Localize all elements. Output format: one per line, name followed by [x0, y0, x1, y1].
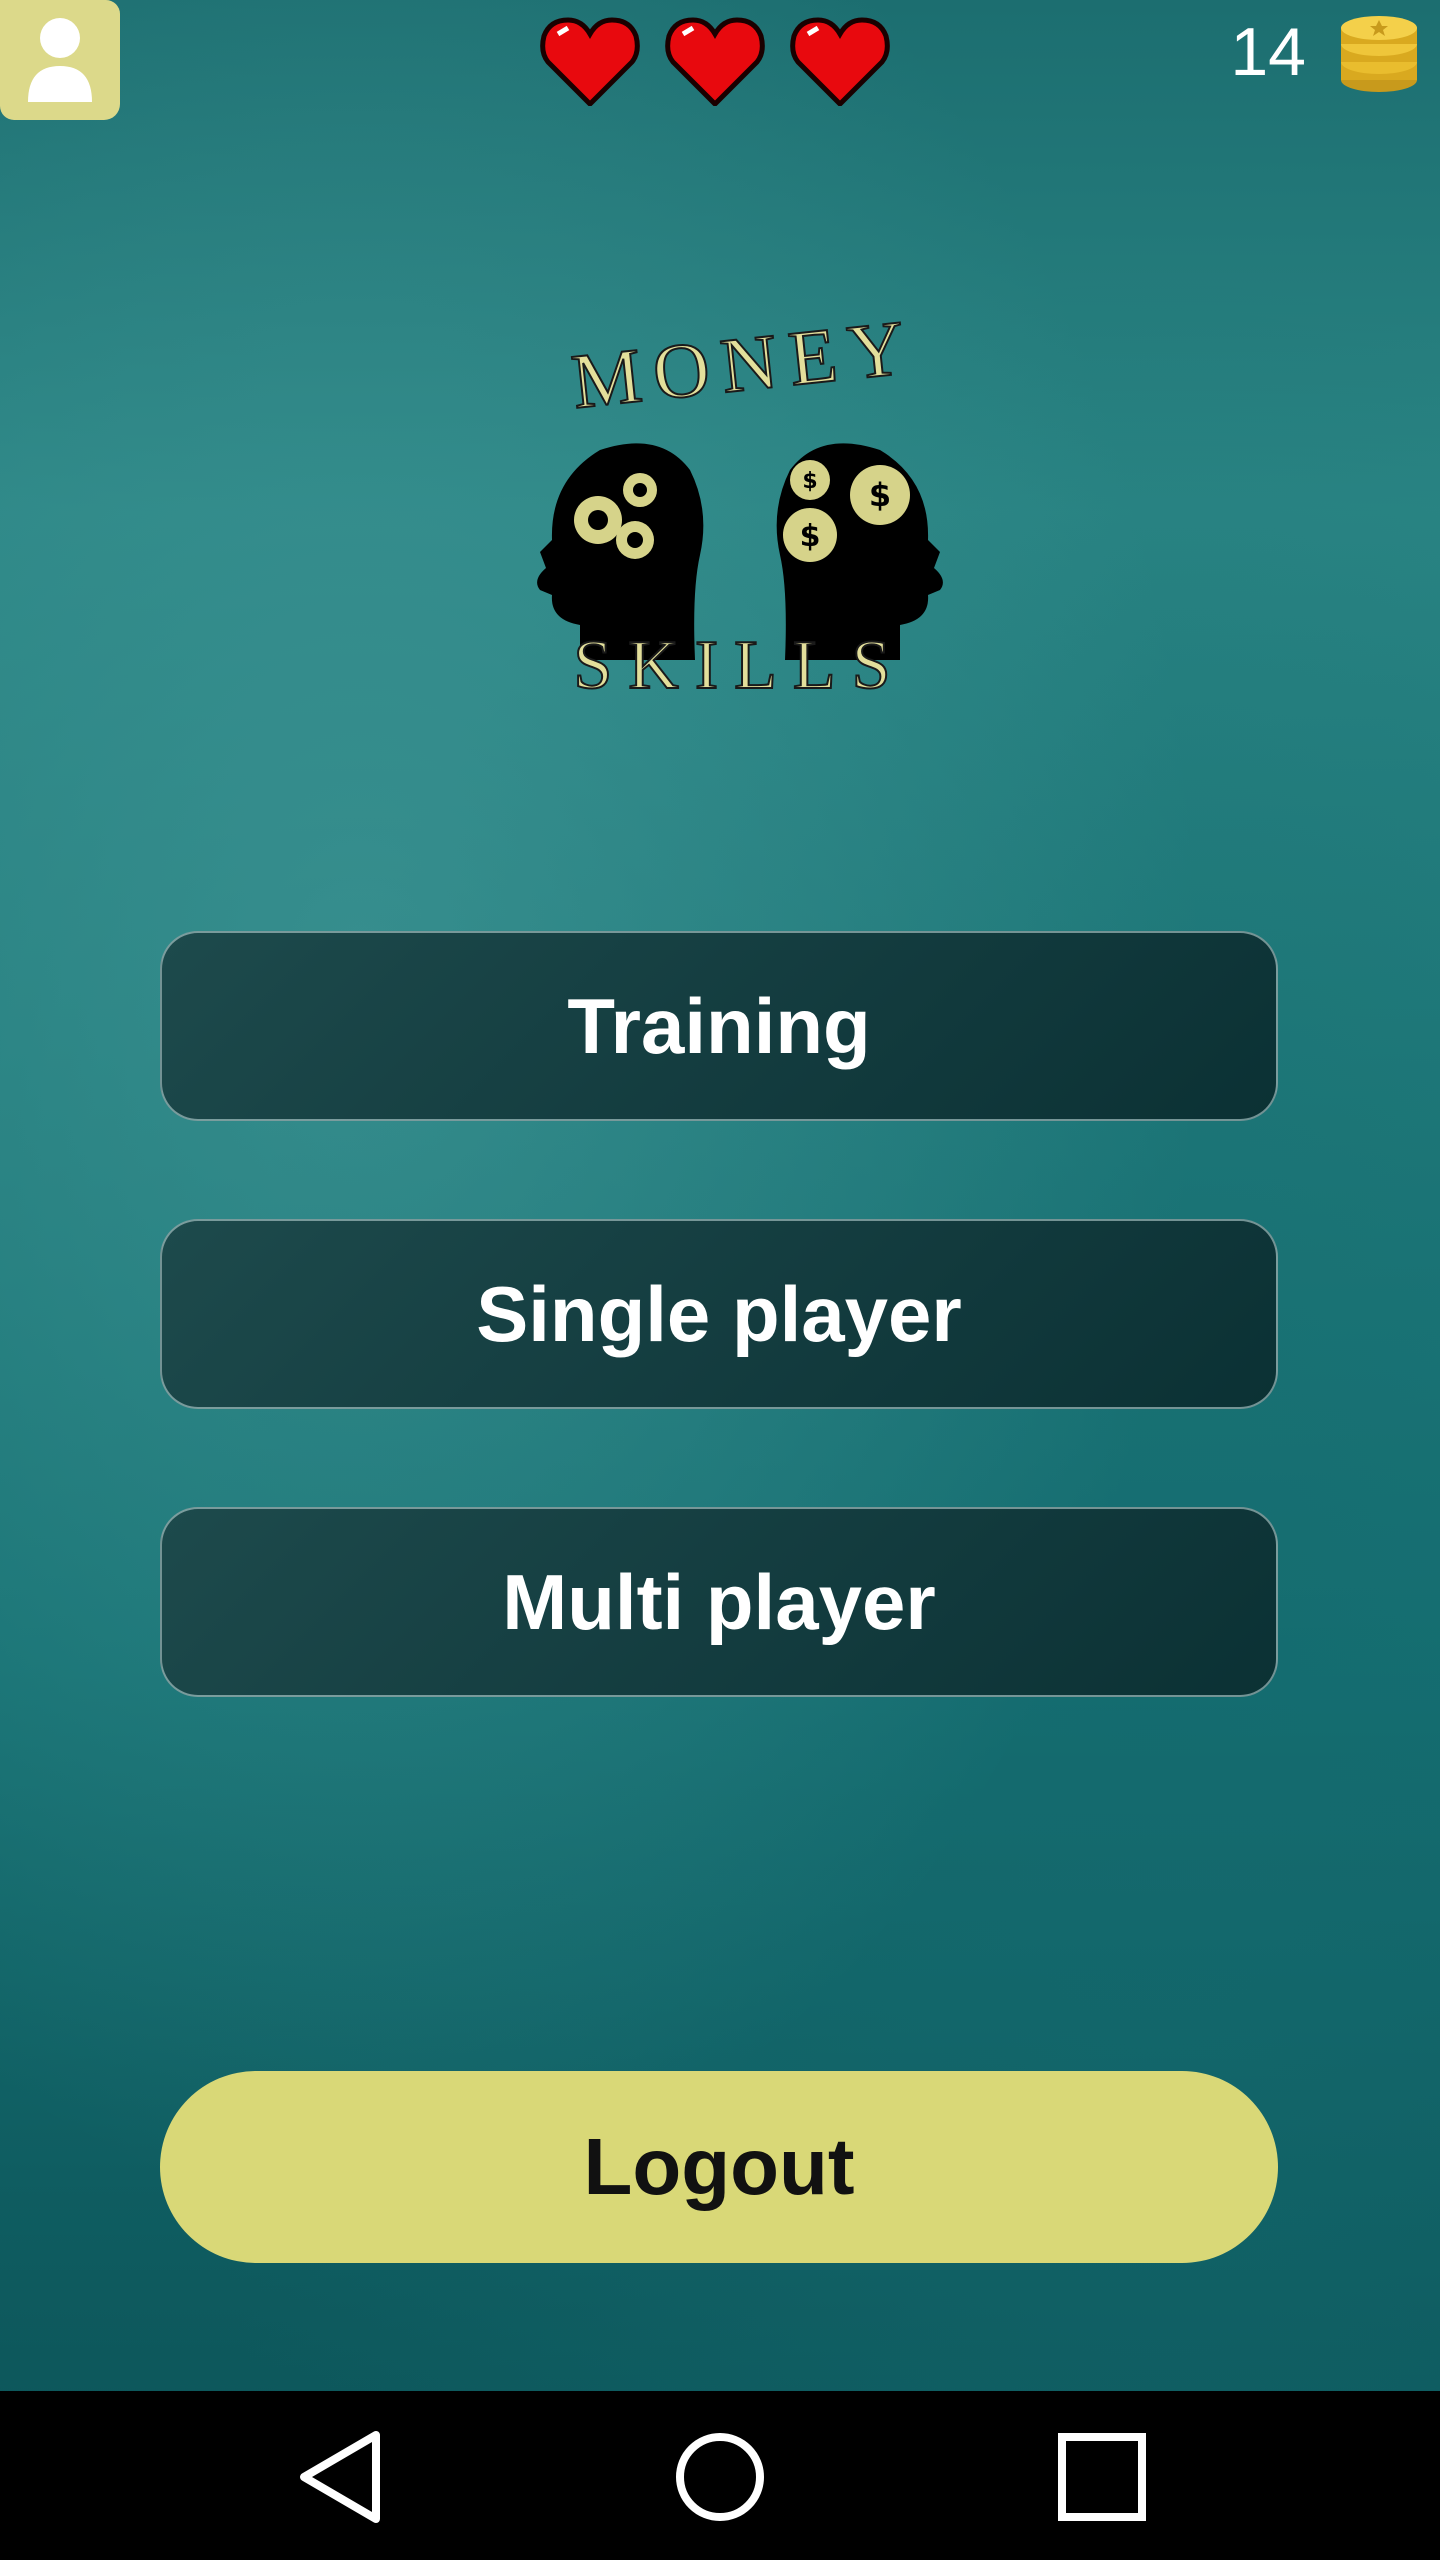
single-player-button[interactable]: Single player [160, 1219, 1278, 1409]
triangle-back-icon[interactable] [296, 2429, 386, 2525]
heart-icon [790, 17, 890, 106]
profile-button[interactable] [0, 0, 120, 120]
logout-button[interactable]: Logout [160, 2071, 1278, 2263]
coin-count: 14 [1230, 14, 1306, 90]
circle-home-icon[interactable] [672, 2429, 768, 2525]
heart-icon [665, 17, 765, 106]
svg-text:$: $ [869, 476, 891, 514]
home-screen: 14 MONEY $ $ $ SKILLS Training Single pl… [0, 0, 1440, 2560]
logo-bottom-word: SKILLS [573, 627, 906, 704]
training-button[interactable]: Training [160, 931, 1278, 1121]
system-nav-bar [0, 2391, 1440, 2560]
lives-indicator [540, 16, 890, 106]
money-skills-logo: MONEY $ $ $ SKILLS [537, 301, 943, 705]
svg-text:$: $ [802, 469, 817, 494]
coin-balance: 14 [1230, 10, 1422, 94]
heart-icon [540, 17, 640, 106]
person-icon [28, 18, 92, 102]
multi-player-button[interactable]: Multi player [160, 1507, 1278, 1697]
logo-top-word: MONEY [568, 302, 921, 425]
svg-text:$: $ [800, 519, 821, 554]
coin-stack-icon [1341, 16, 1417, 92]
square-recents-icon[interactable] [1056, 2431, 1148, 2523]
